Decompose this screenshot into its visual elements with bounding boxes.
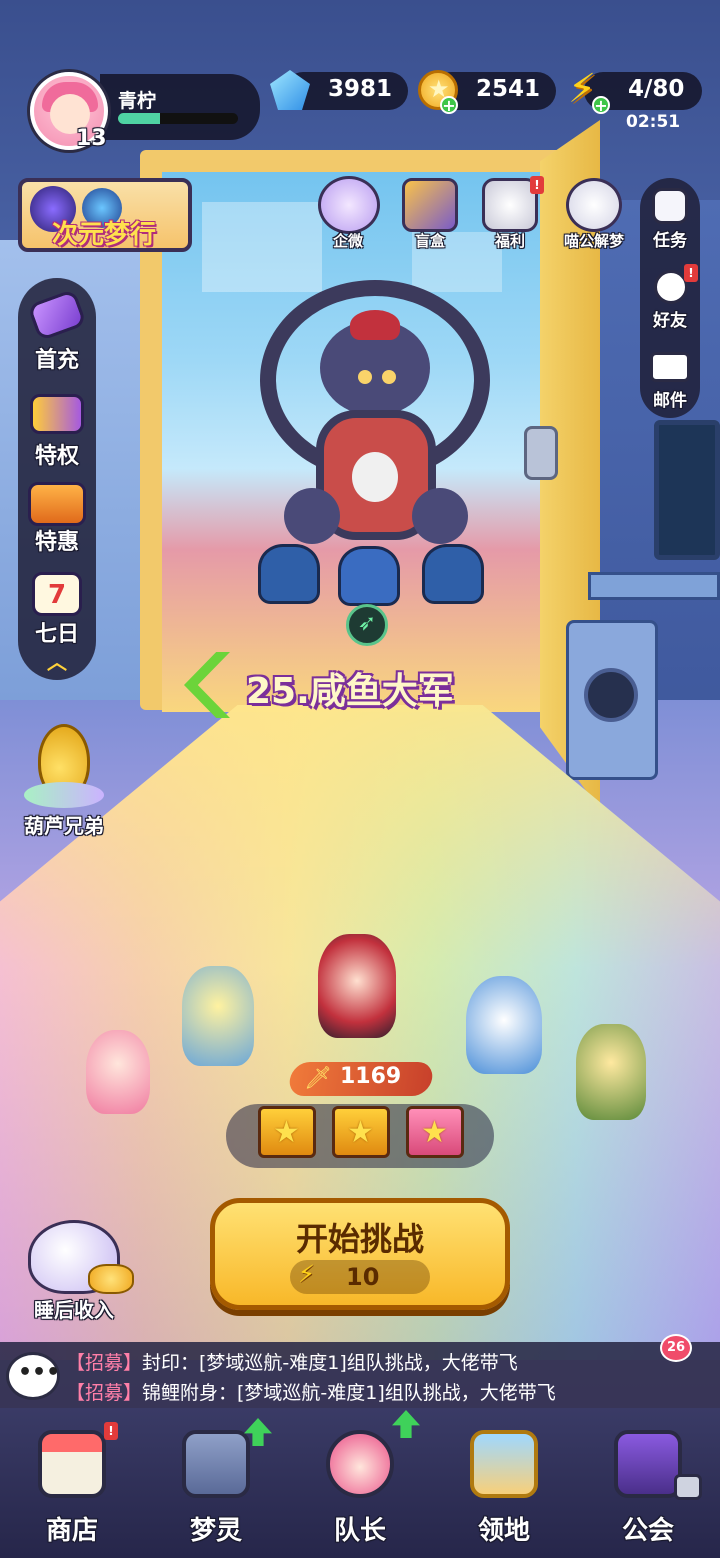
fish-minion <box>338 546 400 606</box>
energy-cost-icon: ⚡ <box>298 1260 315 1288</box>
hero-nurse[interactable] <box>86 1030 150 1114</box>
star-icon: ★ <box>347 1115 374 1150</box>
sword-icon: 🗡 <box>304 1066 332 1091</box>
xp-bar-fill <box>118 113 160 124</box>
gourd-event[interactable]: 葫芦兄弟 <box>10 704 118 840</box>
guild-icon <box>614 1430 682 1498</box>
upgrade-arrow-icon <box>392 1410 420 1438</box>
chat-bubble-icon: ••• <box>18 1360 61 1385</box>
top-icon-cat-dream[interactable]: 喵公解梦 <box>552 176 636 256</box>
menu-item-tasks[interactable]: 任务 <box>640 184 700 251</box>
calendar-icon: 7 <box>32 572 82 616</box>
add-coins-icon[interactable]: + <box>440 96 458 114</box>
fish-minion <box>422 544 484 604</box>
nav-territory[interactable]: 领地 <box>432 1408 576 1558</box>
menu-item-discount[interactable]: 特惠 <box>18 474 96 564</box>
monitor <box>654 420 720 560</box>
energy-value: 4/80 <box>628 76 685 102</box>
menu-item-privilege[interactable]: 特权 <box>18 390 96 470</box>
chat-tag: 【招募】 <box>66 1352 143 1374</box>
chat-unread-badge: 26 <box>660 1334 692 1362</box>
gem-value: 3981 <box>328 76 393 102</box>
sleep-reward[interactable]: 睡后收入 <box>4 1210 144 1326</box>
nav-dream-spirit[interactable]: 梦灵 <box>144 1408 288 1558</box>
nav-captain[interactable]: 队长 <box>288 1408 432 1558</box>
reward-chest[interactable]: ★ <box>406 1106 464 1158</box>
xp-bar <box>118 113 238 124</box>
fish-minion <box>258 544 320 604</box>
nav-guild[interactable]: 公会 <box>576 1408 720 1558</box>
territory-door-icon <box>470 1430 538 1498</box>
notification-badge: ! <box>104 1422 118 1440</box>
captain-icon <box>326 1430 394 1498</box>
speaker <box>584 668 638 722</box>
menu-item-first-recharge[interactable]: 首充 <box>18 288 96 373</box>
hammer-icon <box>27 288 87 342</box>
sleep-reward-label: 睡后收入 <box>34 1298 114 1322</box>
chat-tag: 【招募】 <box>66 1382 143 1404</box>
robot-icon <box>182 1430 250 1498</box>
player-name: 青柠 <box>118 90 157 112</box>
cat-icon <box>566 178 622 232</box>
start-challenge-label: 开始挑战 <box>295 1220 424 1258</box>
chat-text: 封印：[梦域巡航-难度1]组队挑战，大佬带飞 <box>142 1352 518 1374</box>
star-icon: ★ <box>421 1115 448 1150</box>
reward-chest[interactable]: ★ <box>258 1106 316 1158</box>
menu-item-friends[interactable]: ! 好友 <box>640 264 700 331</box>
mail-icon <box>650 352 690 382</box>
task-icon <box>652 188 688 224</box>
shop-icon <box>38 1430 106 1498</box>
lock-icon <box>674 1474 702 1500</box>
sale-box-icon <box>28 482 86 526</box>
hero-boy-cap[interactable] <box>182 966 254 1066</box>
archer-class-icon: ➶ <box>346 604 388 646</box>
lotus-base <box>24 782 104 808</box>
add-energy-icon[interactable]: + <box>592 96 610 114</box>
stage-title: 25.咸鱼大军 <box>246 671 454 712</box>
star-icon: ★ <box>273 1115 300 1150</box>
coin-pile-icon <box>88 1264 134 1294</box>
collapse-menu-icon[interactable]: ︿ <box>42 652 72 672</box>
reward-chest[interactable]: ★ <box>332 1106 390 1158</box>
top-icon-blindbox[interactable]: 盲盒 <box>398 176 462 256</box>
gift-icon <box>318 176 380 234</box>
menu-item-mail[interactable]: 邮件 <box>640 344 700 411</box>
menu-item-seven-day[interactable]: 7 七日 <box>18 570 96 647</box>
chat-text: 锦鲤附身：[梦域巡航-难度1]组队挑战，大佬带飞 <box>142 1382 556 1404</box>
desk <box>588 572 720 600</box>
hero-swordsman[interactable] <box>318 934 396 1038</box>
friends-icon <box>654 270 688 304</box>
chat-message[interactable]: 【招募】封印：[梦域巡航-难度1]组队挑战，大佬带飞 <box>66 1348 518 1375</box>
top-icon-welfare[interactable]: ! 福利 <box>478 176 544 256</box>
energy-cost-value: 10 <box>346 1263 380 1291</box>
nav-shop[interactable]: ! 商店 <box>0 1408 144 1558</box>
notification-badge: ! <box>530 176 544 194</box>
card-icon <box>30 394 84 434</box>
blind-box-icon <box>402 178 458 232</box>
hero-bard[interactable] <box>576 1024 646 1120</box>
team-power-value: 1169 <box>340 1064 402 1089</box>
chat-message[interactable]: 【招募】锦鲤附身：[梦域巡航-难度1]组队挑战，大佬带飞 <box>66 1378 556 1405</box>
event-banner-label: 次元梦行 <box>52 220 157 250</box>
notification-badge: ! <box>684 264 698 282</box>
top-icon-qiwei[interactable]: 企微 <box>316 176 380 256</box>
player-level: 13 <box>76 126 107 151</box>
energy-timer: 02:51 <box>626 112 681 132</box>
hero-shark[interactable] <box>466 976 542 1074</box>
gourd-event-label: 葫芦兄弟 <box>24 814 104 838</box>
door-handle <box>524 426 558 480</box>
coin-value: 2541 <box>476 76 541 102</box>
